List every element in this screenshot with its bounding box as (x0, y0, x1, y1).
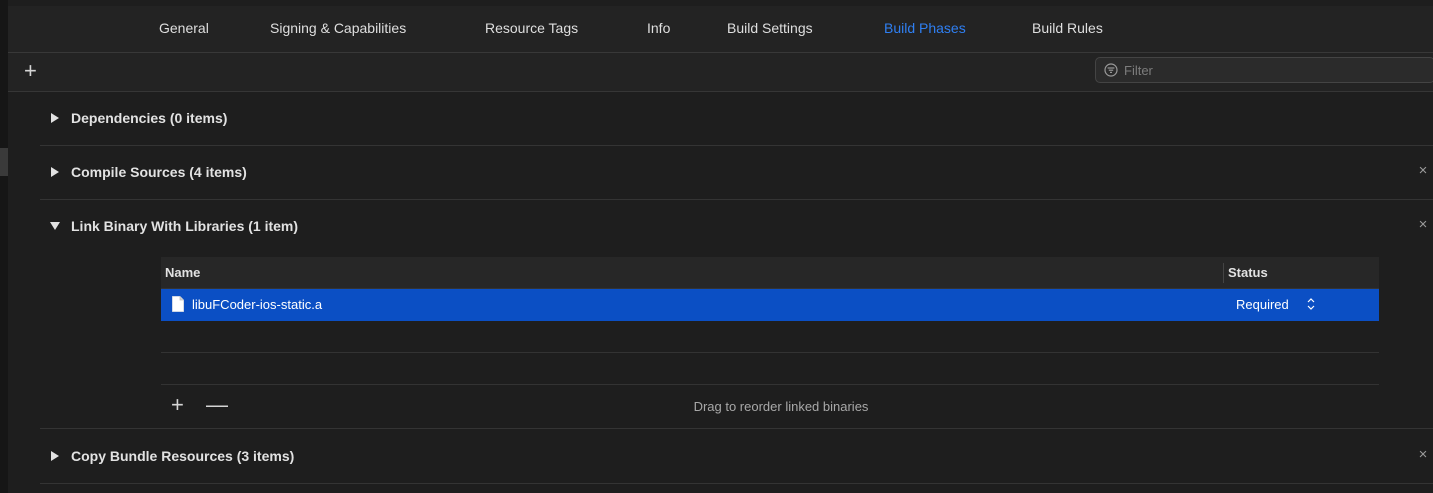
add-phase-button[interactable]: + (24, 58, 37, 84)
chevron-up-down-icon[interactable] (1306, 297, 1316, 311)
phase-dependencies: Dependencies (0 items) (40, 92, 1433, 146)
column-header-status[interactable]: Status (1228, 265, 1268, 280)
table-row[interactable]: libuFCoder-ios-static.a Required (161, 289, 1379, 321)
drag-hint-text: Drag to reorder linked binaries (693, 399, 869, 414)
phases-list: Dependencies (0 items) Compile Sources (… (8, 92, 1433, 493)
table-footer: + — Drag to reorder linked binaries (161, 385, 1379, 428)
status-popup[interactable]: Required (1236, 297, 1289, 312)
phase-title: Dependencies (0 items) (71, 110, 228, 126)
disclosure-collapsed-icon[interactable] (50, 112, 60, 124)
table-empty-row (161, 321, 1379, 353)
filter-field[interactable] (1095, 57, 1433, 83)
phase-header-copy-bundle-resources[interactable]: Copy Bundle Resources (3 items) × (40, 430, 1433, 484)
phases-toolbar: + (8, 53, 1433, 92)
remove-phase-close-icon[interactable]: × (1417, 163, 1429, 178)
table-header: Name Status (161, 257, 1379, 289)
editor-tab-bar: General Signing & Capabilities Resource … (8, 6, 1433, 53)
tab-build-rules[interactable]: Build Rules (1032, 20, 1103, 36)
phase-header-dependencies[interactable]: Dependencies (0 items) (40, 92, 1433, 146)
phase-title: Compile Sources (4 items) (71, 164, 247, 180)
phase-header-link-binary[interactable]: Link Binary With Libraries (1 item) × (40, 200, 1433, 254)
disclosure-collapsed-icon[interactable] (50, 166, 60, 178)
column-divider[interactable] (1223, 263, 1224, 283)
disclosure-collapsed-icon[interactable] (50, 450, 60, 462)
phase-header-compile-sources[interactable]: Compile Sources (4 items) × (40, 146, 1433, 200)
tab-general[interactable]: General (159, 20, 209, 36)
tab-build-settings[interactable]: Build Settings (727, 20, 813, 36)
tab-info[interactable]: Info (647, 20, 670, 36)
file-icon (172, 296, 184, 312)
phase-title: Link Binary With Libraries (1 item) (71, 218, 299, 234)
phase-compile-sources: Compile Sources (4 items) × (40, 146, 1433, 200)
table-empty-row (161, 353, 1379, 385)
navigator-edge (0, 0, 8, 493)
navigator-scroll-marker (0, 148, 8, 176)
filter-circle-icon (1104, 63, 1118, 77)
tab-build-phases[interactable]: Build Phases (884, 20, 966, 36)
build-phases-editor: General Signing & Capabilities Resource … (0, 0, 1433, 493)
linked-libraries-table: Name Status libuFCoder-ios-static.a Requ… (161, 257, 1379, 428)
library-name: libuFCoder-ios-static.a (192, 297, 323, 312)
phase-title: Copy Bundle Resources (3 items) (71, 448, 295, 464)
filter-input[interactable] (1124, 61, 1424, 79)
remove-phase-close-icon[interactable]: × (1417, 447, 1429, 462)
remove-phase-close-icon[interactable]: × (1417, 217, 1429, 232)
column-header-name[interactable]: Name (165, 265, 200, 280)
disclosure-expanded-icon[interactable] (50, 220, 60, 232)
tab-resource-tags[interactable]: Resource Tags (485, 20, 578, 36)
tab-signing-capabilities[interactable]: Signing & Capabilities (270, 20, 406, 36)
phase-copy-bundle-resources: Copy Bundle Resources (3 items) × (40, 430, 1433, 484)
